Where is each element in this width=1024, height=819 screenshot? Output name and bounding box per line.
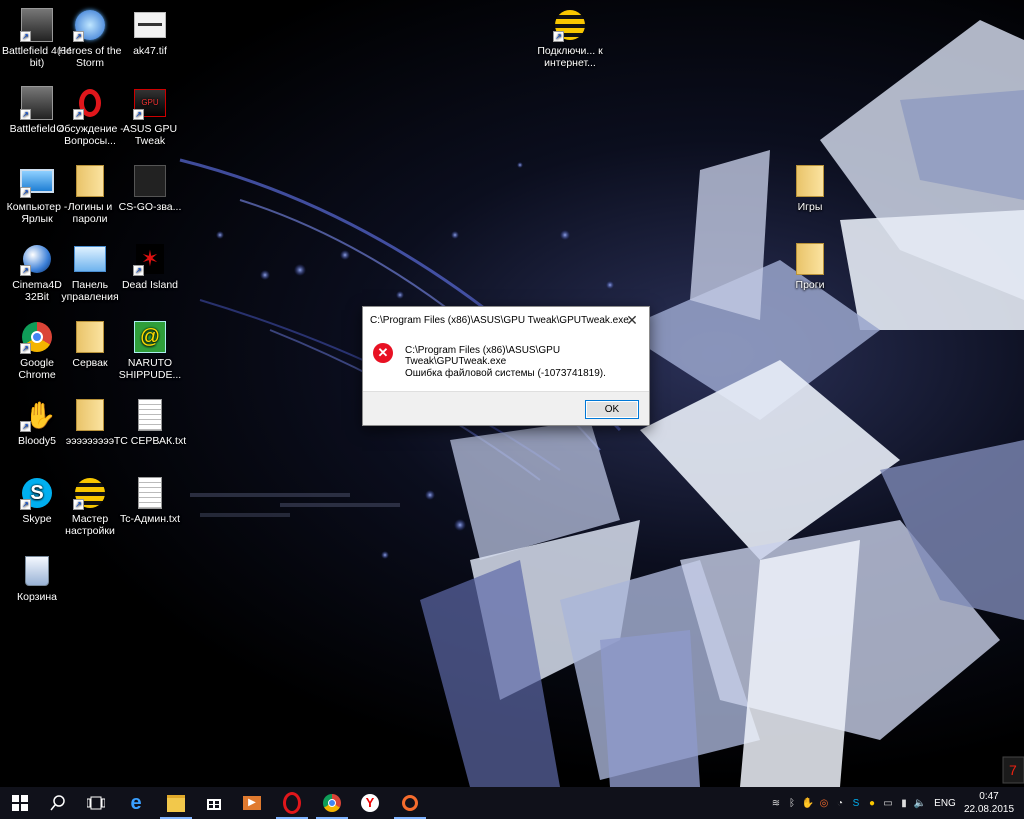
desktop-icon-beeline-connect[interactable]: ↗ Подключи... к интернет... <box>533 4 607 78</box>
computer-icon: ↗ <box>20 164 54 198</box>
folder-icon <box>73 164 107 198</box>
icon-label: Игры <box>797 201 823 213</box>
origin-icon[interactable] <box>390 787 430 819</box>
media-player-icon[interactable]: ▶ <box>232 787 272 819</box>
icon-label: NARUTO SHIPPUDE... <box>118 357 182 381</box>
dialog-title: C:\Program Files (x86)\ASUS\GPU Tweak\GP… <box>370 314 629 326</box>
bloody-icon: ✋ ↗ <box>20 398 56 432</box>
cinema4d-icon: ↗ <box>20 242 54 276</box>
desktop-icon-csgo-video[interactable]: CS-GO-зва... <box>113 160 187 234</box>
chrome-icon[interactable] <box>312 787 352 819</box>
control-panel-icon <box>73 242 107 276</box>
folder-icon <box>73 320 107 354</box>
skype-icon: S ↗ <box>20 476 54 510</box>
svg-text:7: 7 <box>1009 762 1017 778</box>
icon-label: ASUS GPU Tweak <box>122 123 178 147</box>
system-tray: ≋ ᛒ ✋ ◎ ◔ S ● ▭ ▮ 🔈 <box>758 787 938 819</box>
clock-date: 22.08.2015 <box>963 804 1015 815</box>
close-icon[interactable]: ✕ <box>621 309 643 331</box>
video-file-icon <box>133 164 167 198</box>
dialog-message-error: Ошибка файловой системы (-1073741819). <box>405 368 606 379</box>
folder-icon <box>793 164 827 198</box>
battery-icon[interactable]: ▮ <box>896 787 912 819</box>
icon-label: Проги <box>795 279 825 291</box>
ok-button[interactable]: OK <box>585 400 639 419</box>
naruto-icon: @ <box>133 320 167 354</box>
bloody-tray-icon[interactable]: ✋ <box>800 787 816 819</box>
edge-icon[interactable]: e <box>116 787 156 819</box>
desktop-icon-asus-gpu-tweak[interactable]: GPU ↗ ASUS GPU Tweak <box>113 82 187 156</box>
yandex-icon[interactable]: Y <box>350 787 390 819</box>
taskbar: e ▶ Y ≋ ᛒ ✋ ◎ ◔ S ● ▭ ▮ 🔈 ENG 0:47 22.08… <box>0 787 1024 819</box>
icon-label: TC СЕРВАК.txt <box>113 435 187 447</box>
desktop-icon-tc-servak-txt[interactable]: TC СЕРВАК.txt <box>113 394 187 468</box>
speed-icon[interactable]: ◔ <box>832 787 848 819</box>
battlefield-icon: ↗ <box>20 86 54 120</box>
desktop-icon-programs-folder[interactable]: Проги <box>773 238 847 312</box>
icon-label: Подключи... к интернет... <box>537 45 603 69</box>
clock-time: 0:47 <box>979 791 999 802</box>
icon-label: ak47.tif <box>133 45 167 57</box>
store-icon[interactable] <box>194 787 234 819</box>
icon-label: Dead Island <box>121 279 179 291</box>
dead-island-icon: ✶ ↗ <box>133 242 167 276</box>
skype-tray-icon[interactable]: S <box>848 787 864 819</box>
error-dialog: C:\Program Files (x86)\ASUS\GPU Tweak\GP… <box>362 306 650 426</box>
desktop-icon-tc-admin-txt[interactable]: Tc-Админ.txt <box>113 472 187 546</box>
dialog-footer: OK <box>363 391 649 425</box>
error-icon: ✕ <box>373 343 393 363</box>
icon-label: Корзина <box>17 591 57 603</box>
dialog-titlebar[interactable]: C:\Program Files (x86)\ASUS\GPU Tweak\GP… <box>363 307 649 333</box>
opera-icon: ↗ <box>73 86 107 120</box>
desktop-icon-games-folder[interactable]: Игры <box>773 160 847 234</box>
network-wifi-icon[interactable]: ≋ <box>768 787 784 819</box>
search-icon[interactable] <box>38 787 78 819</box>
chrome-icon: ↗ <box>20 320 54 354</box>
origin-tray-icon[interactable]: ◎ <box>816 787 832 819</box>
desktop-icon-dead-island[interactable]: ✶ ↗ Dead Island <box>113 238 187 312</box>
bluetooth-icon[interactable]: ᛒ <box>784 787 800 819</box>
beeline-icon: ↗ <box>553 8 587 42</box>
text-file-icon <box>133 398 167 432</box>
beeline-icon: ↗ <box>73 476 107 510</box>
dialog-message-path: C:\Program Files (x86)\ASUS\GPU Tweak\GP… <box>405 345 561 367</box>
beeline-tray-icon[interactable]: ● <box>864 787 880 819</box>
gpu-tweak-icon: GPU ↗ <box>133 86 167 120</box>
folder-icon <box>73 398 107 432</box>
desktop-icon-naruto[interactable]: @ NARUTO SHIPPUDE... <box>113 316 187 390</box>
desktop-icon-ak47[interactable]: ak47.tif <box>113 4 187 78</box>
heroes-icon: ↗ <box>73 8 107 42</box>
windows-start-icon[interactable] <box>0 787 40 819</box>
volume-icon[interactable]: 🔈 <box>912 787 928 819</box>
dialog-body: ✕ C:\Program Files (x86)\ASUS\GPU Tweak\… <box>363 333 649 391</box>
language-indicator[interactable]: ENG <box>930 787 960 819</box>
folder-icon <box>793 242 827 276</box>
task-view-icon[interactable] <box>76 787 116 819</box>
image-file-icon <box>133 8 167 42</box>
opera-icon[interactable] <box>272 787 312 819</box>
text-file-icon <box>133 476 167 510</box>
desktop-icon-recycle-bin[interactable]: Корзина <box>0 550 74 624</box>
clock[interactable]: 0:47 22.08.2015 <box>960 790 1018 816</box>
icon-label: Tc-Админ.txt <box>119 513 180 525</box>
monitor-icon[interactable]: ▭ <box>880 787 896 819</box>
file-explorer-icon[interactable] <box>156 787 196 819</box>
icon-label: CS-GO-зва... <box>118 201 182 213</box>
battlefield-icon: ↗ <box>20 8 54 42</box>
recycle-bin-icon <box>20 554 54 588</box>
desktop[interactable]: 7 ↗ Battlefield 4(64 bit) ↗ Heroes of th… <box>0 0 1024 787</box>
